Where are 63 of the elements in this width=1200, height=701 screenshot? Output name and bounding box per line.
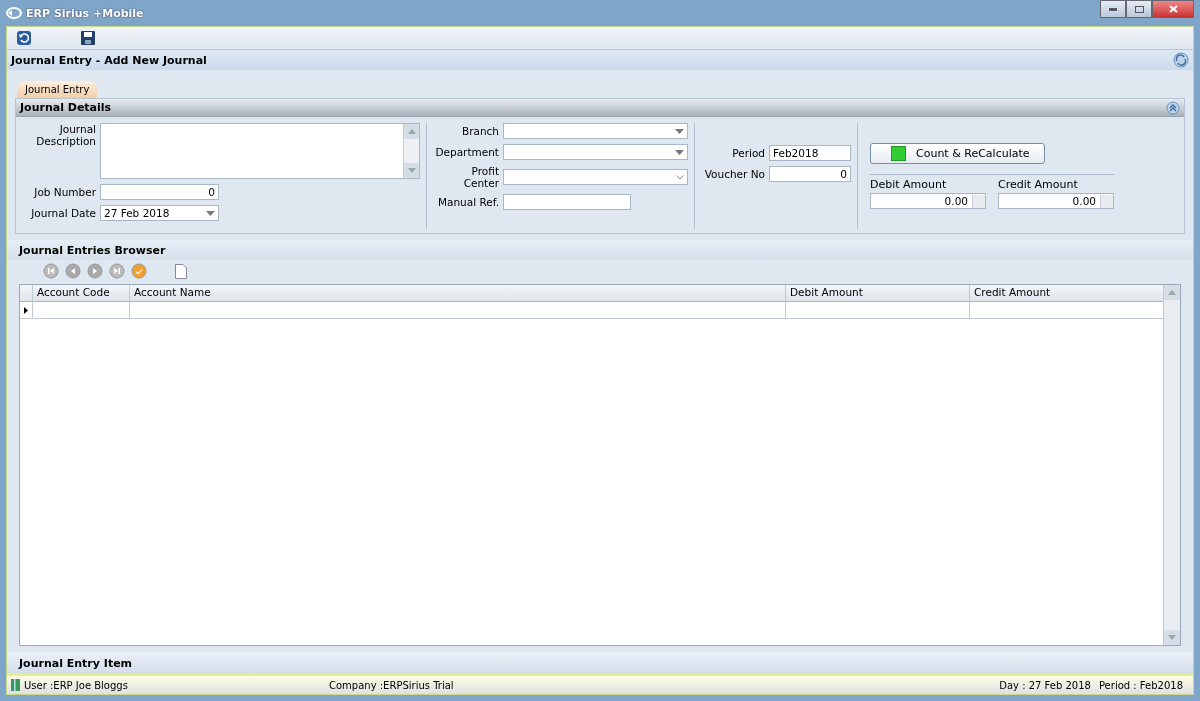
status-day: Day : 27 Feb 2018 [999,679,1091,691]
arrow-down-icon[interactable] [1168,635,1176,640]
arrow-up-icon[interactable] [1168,290,1176,295]
field-label: Manual Ref. [436,196,499,208]
field-label: Department [434,146,499,158]
maximize-icon [1134,5,1144,13]
field-label: Period [731,147,765,159]
close-button[interactable] [1152,0,1194,18]
text-field[interactable]: Feb2018 [769,145,851,161]
status-user: User :ERP Joe Bloggs [24,679,128,691]
next-record-icon[interactable] [87,263,103,279]
number-field[interactable]: 0 [100,184,219,200]
previous-record-icon[interactable] [65,263,81,279]
column-header[interactable]: Account Name [129,285,785,301]
field-label: Journal Description [35,123,96,147]
description-field[interactable] [100,123,420,179]
recalculate-button[interactable]: Count & ReCalculate [870,143,1045,164]
book-icon [11,679,20,691]
refresh-icon[interactable] [1173,52,1189,68]
field-label: Job Number [32,186,96,198]
app-logo-icon [6,6,22,20]
amount-field[interactable]: 0.00 [870,193,986,209]
caret-down-icon [675,149,684,155]
amount-label: Debit Amount [870,178,948,191]
status-company: Company :ERPSirius Trial [329,679,454,691]
page-title: Journal Entry - Add New Journal [11,53,207,67]
section-title: Journal Details [20,101,112,114]
amount-field[interactable]: 0.00 [998,193,1114,209]
chevron-down-icon [676,174,684,180]
dropdown-field[interactable] [503,144,688,160]
section-title: Journal Entry Item [7,652,1193,674]
text-field[interactable] [503,194,631,210]
minimize-button[interactable] [1100,0,1126,18]
tab[interactable]: Journal Entry [17,81,98,98]
window-title: ERP Sirius +Mobile [26,6,144,20]
new-document-icon[interactable] [175,263,187,279]
collapse-icon[interactable] [1166,100,1180,115]
column-header[interactable]: Account Code [32,285,129,301]
arrow-up-icon[interactable] [407,129,416,134]
last-record-icon[interactable] [109,263,125,279]
section-title: Journal Entries Browser [7,240,1193,260]
column-header[interactable]: Debit Amount [785,285,969,301]
dropdown-field[interactable] [503,123,688,139]
maximize-button[interactable] [1126,0,1152,18]
save-button[interactable] [81,31,95,45]
status-period: Period : Feb2018 [1098,679,1183,691]
caret-down-icon [675,128,684,134]
field-label: Voucher No [703,168,765,180]
arrow-down-icon[interactable] [407,168,416,173]
amount-label: Credit Amount [998,178,1079,191]
confirm-icon[interactable] [131,263,147,279]
caret-down-icon [206,210,215,216]
field-label: Journal Date [29,207,96,219]
date-picker[interactable]: 27 Feb 2018 [100,205,219,221]
undo-button[interactable] [17,31,31,45]
dropdown-field[interactable] [503,169,688,185]
field-label: Profit Center [462,165,499,189]
number-field[interactable]: 0 [769,166,851,182]
field-label: Branch [460,125,499,137]
undo-icon [17,31,31,45]
first-record-icon[interactable] [43,263,59,279]
minimize-icon [1109,7,1117,11]
close-icon [1168,5,1178,13]
